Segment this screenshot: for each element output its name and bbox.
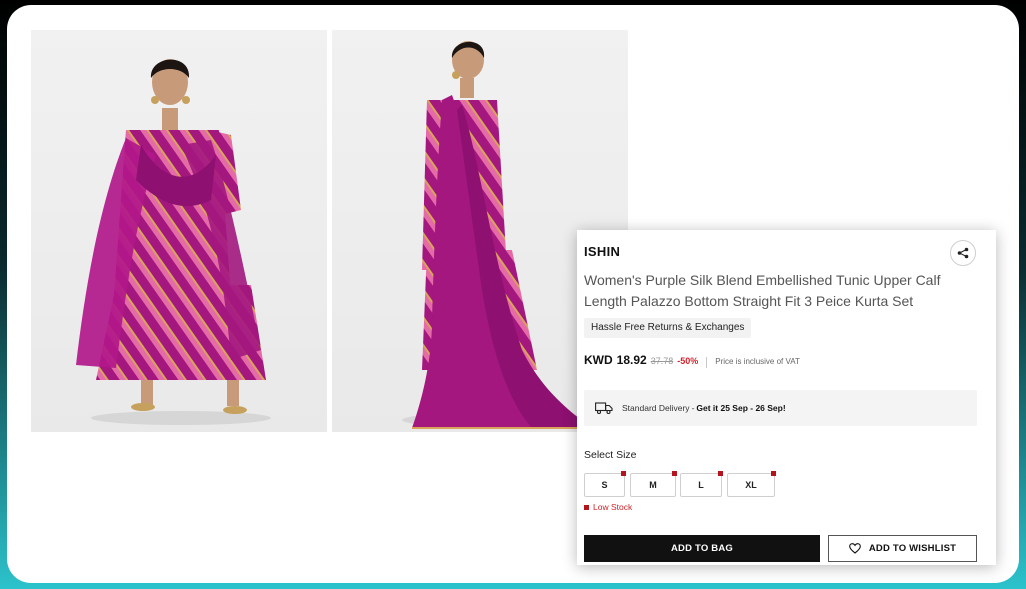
price-currency: KWD (584, 353, 613, 367)
current-price: 18.92 (616, 353, 647, 367)
original-price: 37.78 (650, 356, 674, 366)
discount-badge: -50% (677, 356, 699, 366)
size-option-label: XL (745, 480, 757, 490)
low-stock-marker (672, 471, 677, 476)
product-image-front[interactable] (31, 30, 327, 432)
size-option-label: L (698, 480, 704, 490)
add-to-wishlist-button[interactable]: ADD TO WISHLIST (828, 535, 977, 562)
size-option-label: S (601, 480, 608, 490)
model-front-illustration (76, 59, 271, 425)
size-option-m[interactable]: M (630, 471, 677, 497)
low-stock-marker (584, 504, 589, 510)
price-divider (706, 356, 708, 368)
size-selector-label: Select Size (584, 449, 637, 461)
size-option-l[interactable]: L (680, 471, 723, 497)
size-option-xl[interactable]: XL (727, 471, 776, 497)
heart-icon (849, 543, 861, 554)
delivery-label: Standard Delivery (622, 403, 690, 413)
low-stock-marker (771, 471, 776, 476)
vat-note: Price is inclusive of VAT (715, 357, 800, 366)
low-stock-note: Low Stock (584, 502, 632, 512)
page-frame: ISHIN Women's Purple Silk Blend Embellis… (7, 5, 1019, 583)
share-button[interactable] (950, 240, 976, 266)
size-option-s[interactable]: S (584, 471, 626, 497)
low-stock-text: Low Stock (593, 502, 633, 512)
returns-badge: Hassle Free Returns & Exchanges (584, 318, 752, 338)
add-to-bag-button[interactable]: ADD TO BAG (584, 535, 820, 562)
product-title: Women's Purple Silk Blend Embellished Tu… (584, 272, 941, 309)
share-icon (957, 247, 969, 259)
delivery-dates: Get it 25 Sep - 26 Sep! (696, 403, 786, 413)
delivery-separator: - (691, 403, 695, 413)
delivery-truck-icon (595, 402, 613, 414)
delivery-info: Standard Delivery - Get it 25 Sep - 26 S… (584, 390, 977, 426)
size-option-label: M (649, 480, 657, 490)
low-stock-marker (621, 471, 626, 476)
low-stock-marker (718, 471, 723, 476)
product-info-card: ISHIN Women's Purple Silk Blend Embellis… (577, 230, 996, 565)
price-row: KWD 18.92 37.78 -50% Price is inclusive … (584, 353, 800, 371)
brand-name[interactable]: ISHIN (584, 244, 620, 259)
add-to-wishlist-label: ADD TO WISHLIST (868, 543, 957, 554)
